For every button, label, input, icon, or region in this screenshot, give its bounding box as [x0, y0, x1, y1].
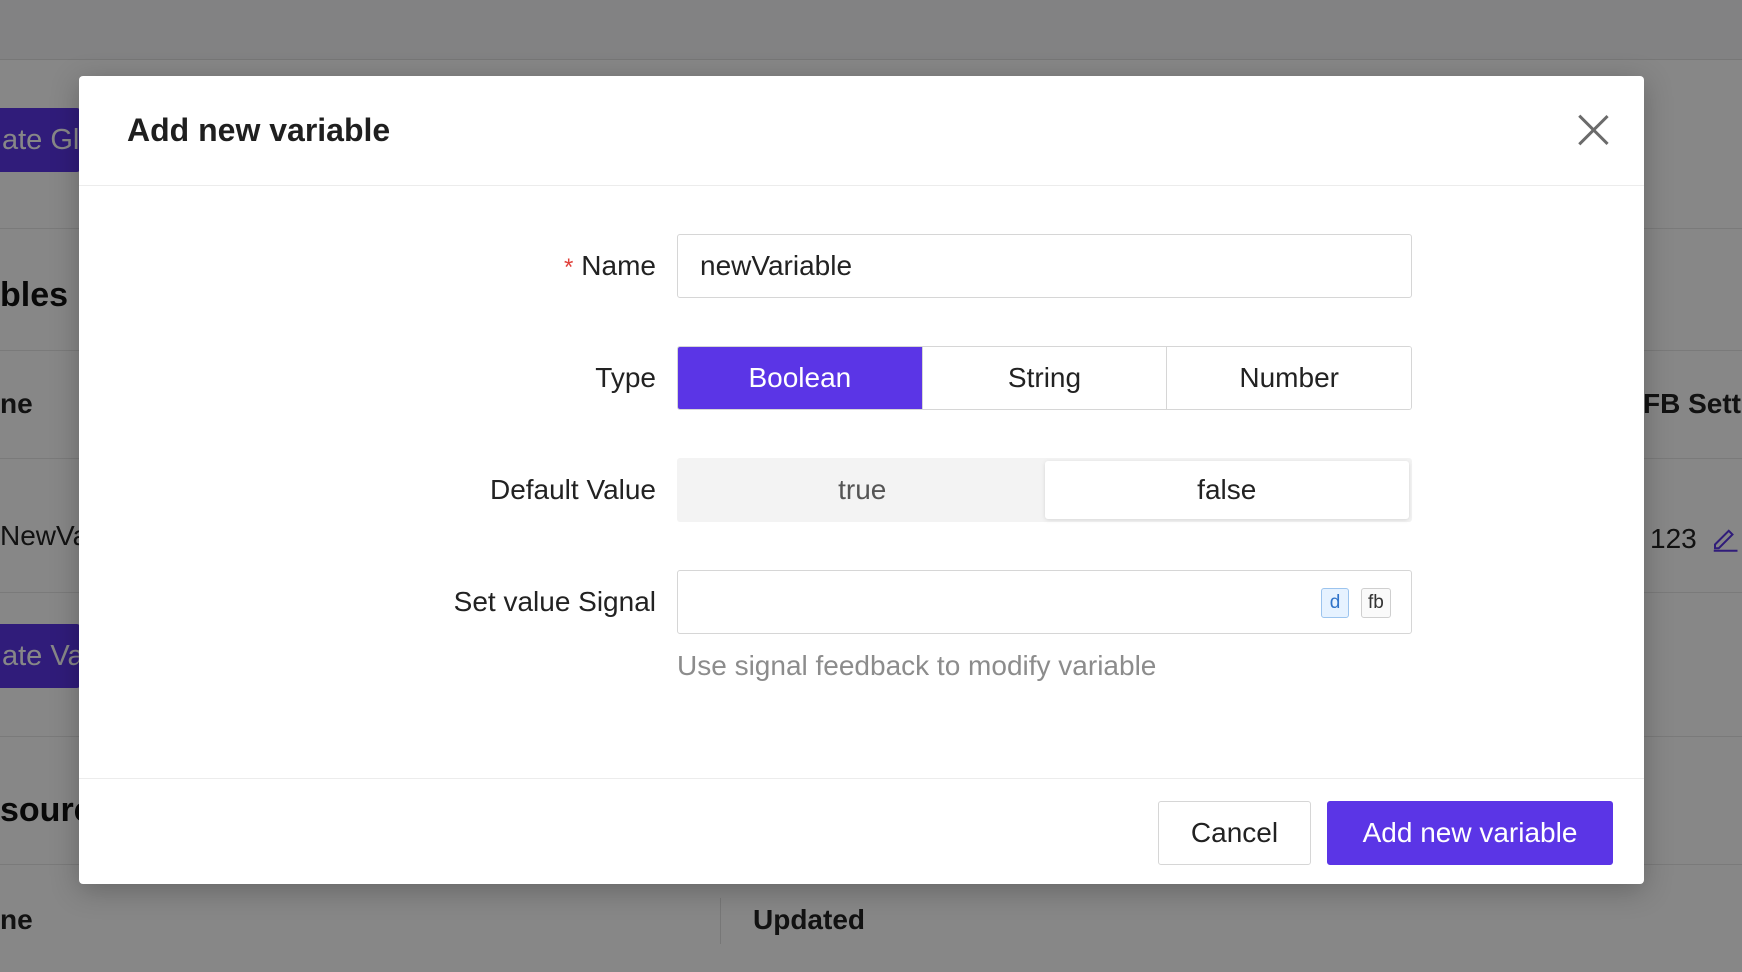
signal-input[interactable] [678, 571, 1298, 633]
type-label: Type [595, 362, 656, 393]
default-value-true[interactable]: true [680, 461, 1045, 519]
type-row: Type Boolean String Number [79, 346, 1644, 410]
default-value-false[interactable]: false [1044, 461, 1409, 519]
signal-help-text: Use signal feedback to modify variable [677, 650, 1157, 681]
dialog-title: Add new variable [127, 112, 391, 148]
required-mark: * [563, 254, 574, 281]
name-label: * Name [564, 234, 656, 298]
type-option-boolean[interactable]: Boolean [678, 347, 922, 409]
name-row: * Name [79, 234, 1644, 298]
dialog-footer: Cancel Add new variable [79, 778, 1644, 884]
close-icon[interactable] [1576, 113, 1610, 147]
default-value-row: Default Value true false [79, 458, 1644, 522]
default-value-toggle: true false [677, 458, 1412, 522]
name-input[interactable] [677, 234, 1412, 298]
signal-label: Set value Signal [453, 586, 656, 617]
type-option-number[interactable]: Number [1166, 347, 1411, 409]
signal-tag-d[interactable]: d [1321, 588, 1349, 618]
type-option-string[interactable]: String [921, 347, 1167, 409]
signal-tag-fb[interactable]: fb [1361, 588, 1391, 618]
name-label-text: Name [581, 250, 656, 281]
signal-row: Set value Signal d fb Use signal feedbac… [79, 570, 1644, 681]
dialog-header: Add new variable [79, 76, 1644, 186]
add-new-variable-button[interactable]: Add new variable [1327, 801, 1613, 865]
cancel-button[interactable]: Cancel [1158, 801, 1311, 865]
default-value-label: Default Value [489, 474, 656, 505]
signal-field: d fb [677, 570, 1412, 634]
add-variable-dialog: Add new variable * Name Type Boolean Stri… [79, 76, 1644, 884]
type-selector: Boolean String Number [677, 346, 1412, 410]
